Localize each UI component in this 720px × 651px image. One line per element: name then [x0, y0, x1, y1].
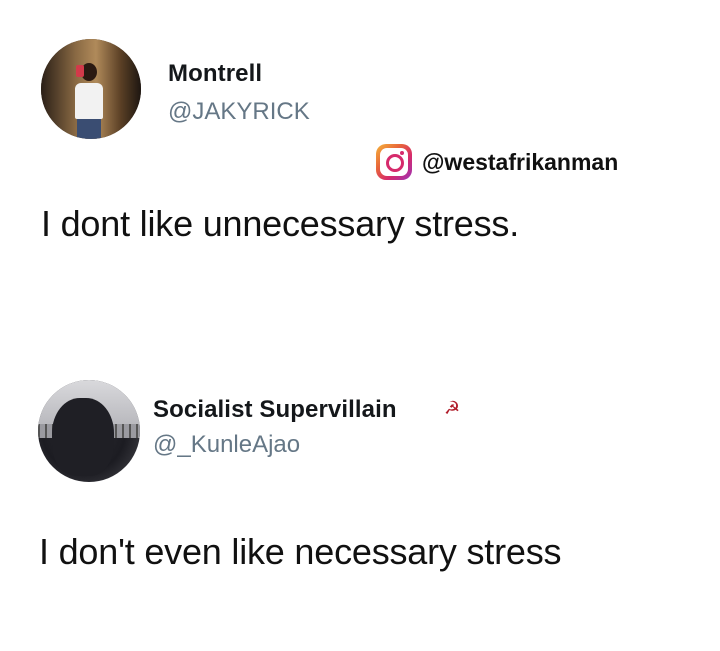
- avatar-phone: [76, 65, 84, 77]
- tweet2-text: I don't even like necessary stress: [39, 531, 562, 572]
- hammer-sickle-icon: ☭: [444, 398, 461, 418]
- avatar-figure-legs: [77, 119, 101, 139]
- avatar-figure: [75, 83, 103, 119]
- tweet1-text: I dont like unnecessary stress.: [41, 203, 520, 244]
- tweet1-display-name[interactable]: Montrell: [168, 60, 262, 88]
- tweet1-handle[interactable]: @JAKYRICK: [168, 98, 310, 126]
- avatar-montrell[interactable]: [41, 39, 141, 139]
- avatar-socialist-supervillain[interactable]: [38, 380, 140, 482]
- tweet2-display-name[interactable]: Socialist Supervillain: [153, 396, 397, 424]
- instagram-icon: [376, 144, 412, 180]
- watermark-handle: @westafrikanman: [422, 148, 619, 175]
- instagram-watermark: @westafrikanman: [376, 144, 619, 180]
- tweet2-handle[interactable]: @_KunleAjao: [153, 431, 300, 459]
- avatar-face: [52, 398, 114, 476]
